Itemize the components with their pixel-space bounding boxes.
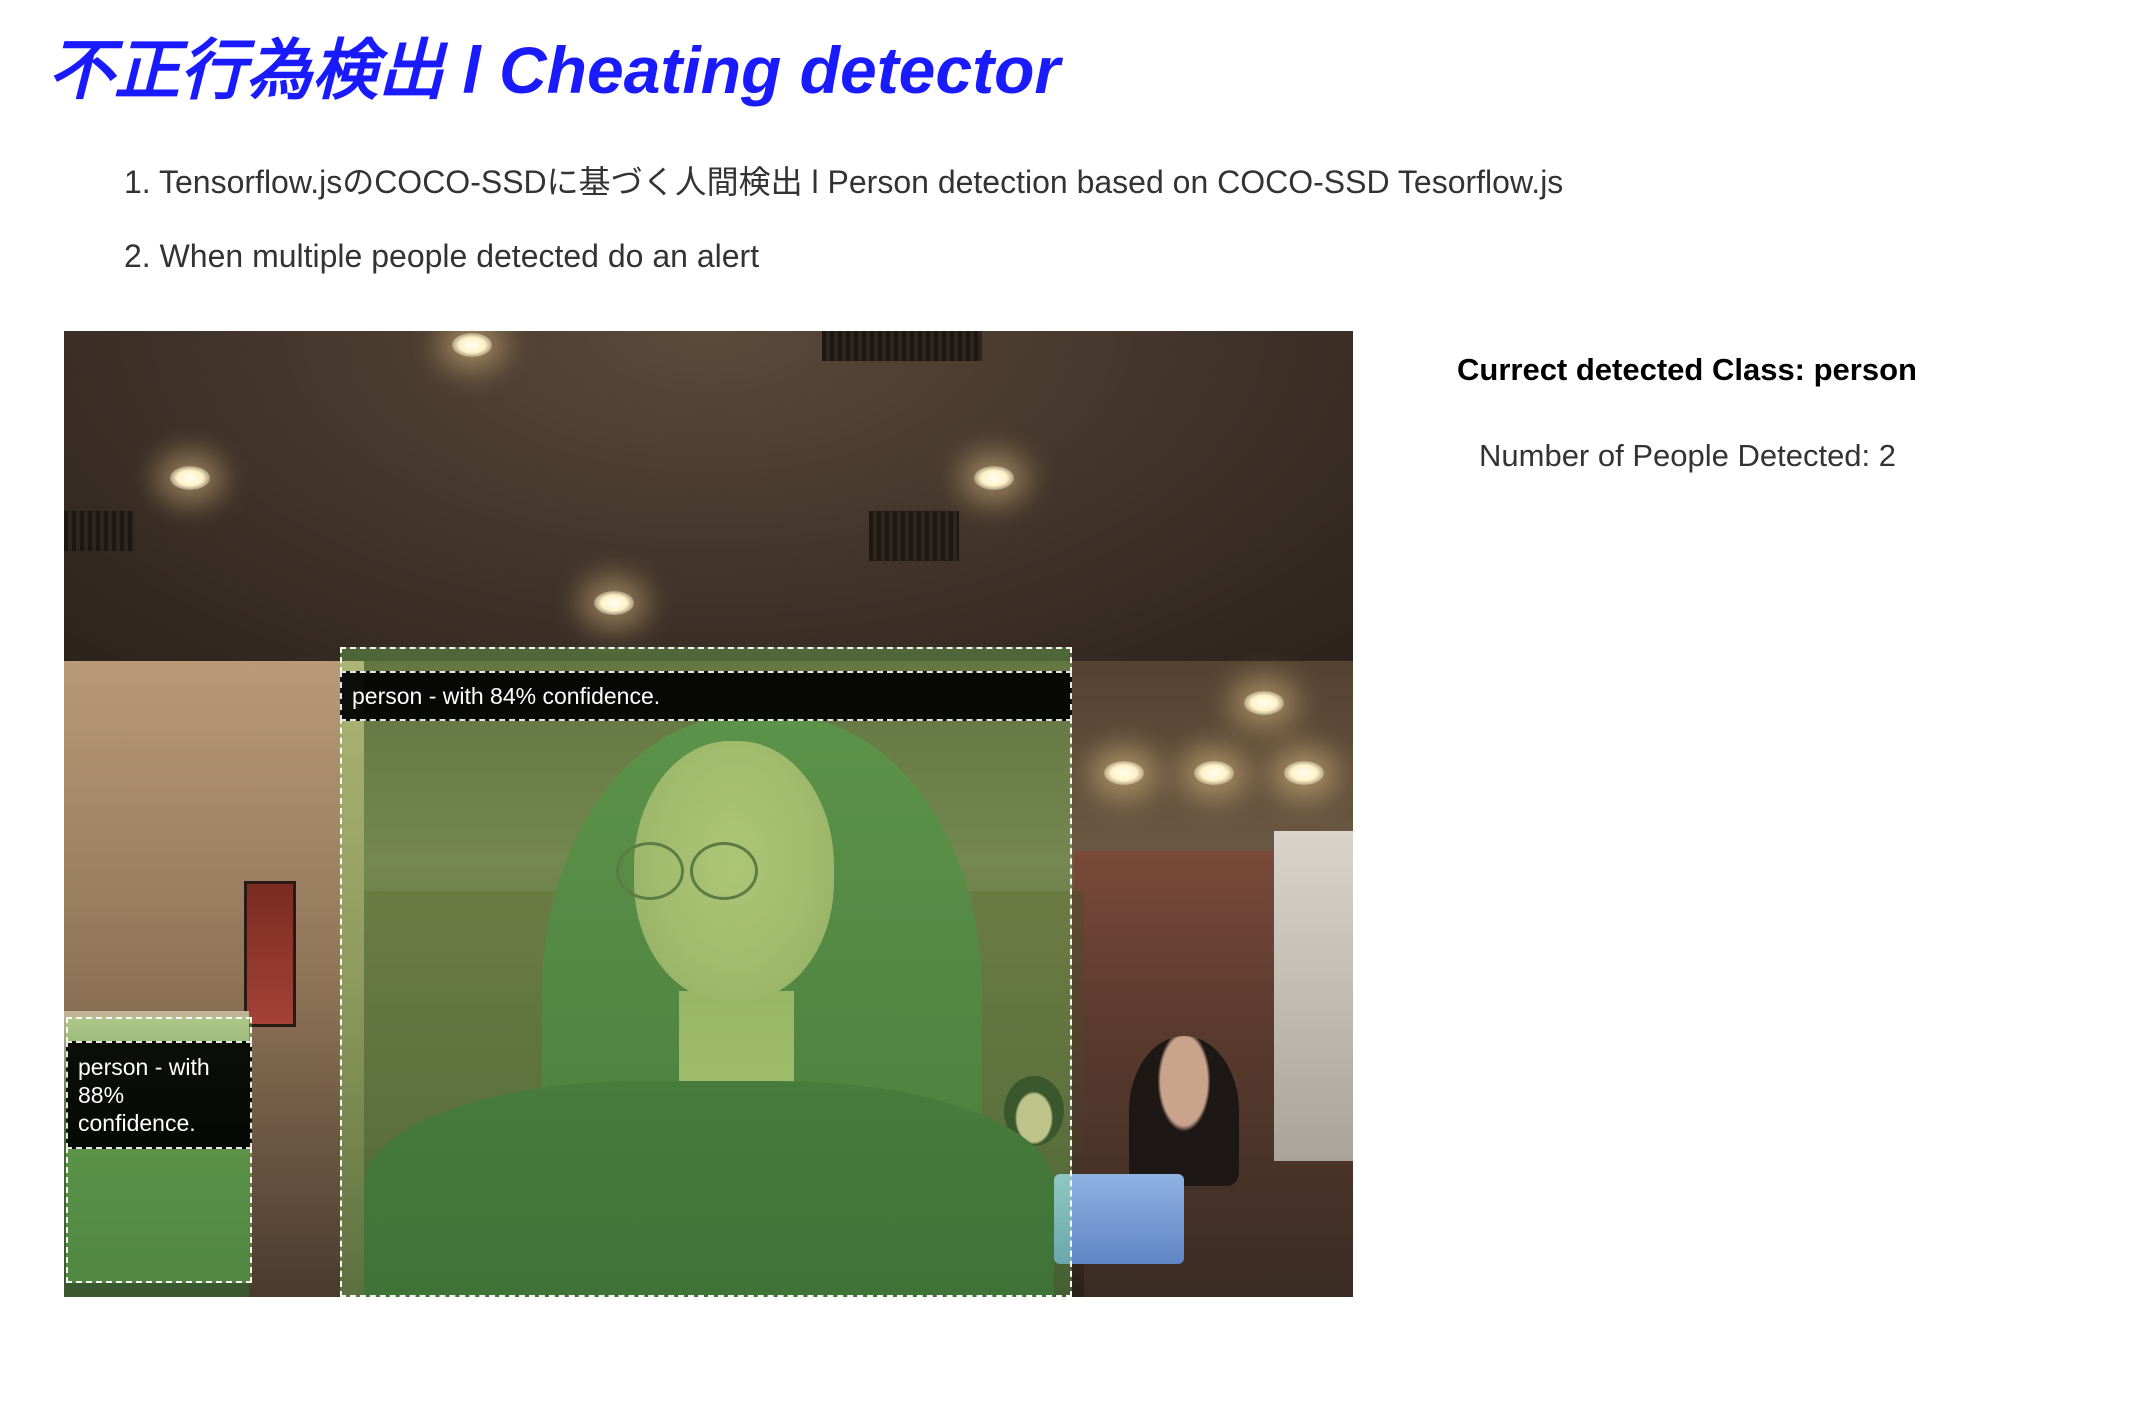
- page: 不正行為検出 l Cheating detector 1. Tensorflow…: [0, 0, 2142, 1426]
- webcam-video: person - with 84% confidence. person - w…: [64, 331, 1353, 1297]
- background-person: [1129, 1036, 1239, 1186]
- ceiling-light: [594, 591, 634, 615]
- scene-poster: [244, 881, 296, 1027]
- ceiling-light: [170, 466, 210, 490]
- ceiling-vent: [822, 331, 982, 361]
- people-count-text: Number of People Detected: 2: [1479, 438, 1897, 473]
- step-item-1: 1. Tensorflow.jsのCOCO-SSDに基づく人間検出 l Pers…: [124, 164, 1564, 200]
- ceiling-vent: [869, 511, 959, 561]
- laptop-icon: [1054, 1174, 1184, 1264]
- status-panel: Currect detected Class: person Number of…: [1457, 350, 1917, 473]
- page-title: 不正行為検出 l Cheating detector: [48, 33, 1061, 107]
- step-item-2: 2. When multiple people detected do an a…: [124, 238, 760, 274]
- ceiling-light: [1194, 761, 1234, 785]
- ceiling-light: [452, 333, 492, 357]
- detected-class-text: Currect detected Class: person: [1457, 352, 1917, 387]
- ceiling-light: [974, 466, 1014, 490]
- bounding-box-label: person - with 84% confidence.: [340, 671, 1072, 721]
- scene-ceiling: [64, 331, 1353, 661]
- ceiling-light: [1284, 761, 1324, 785]
- ceiling-light: [1104, 761, 1144, 785]
- ceiling-vent: [64, 511, 134, 551]
- ceiling-light: [1244, 691, 1284, 715]
- bounding-box: [340, 647, 1072, 1297]
- steps-list: 1. Tensorflow.jsのCOCO-SSDに基づく人間検出 l Pers…: [124, 162, 1563, 310]
- scene-window: [1274, 831, 1353, 1161]
- bounding-box-label: person - with 88% confidence.: [66, 1041, 252, 1149]
